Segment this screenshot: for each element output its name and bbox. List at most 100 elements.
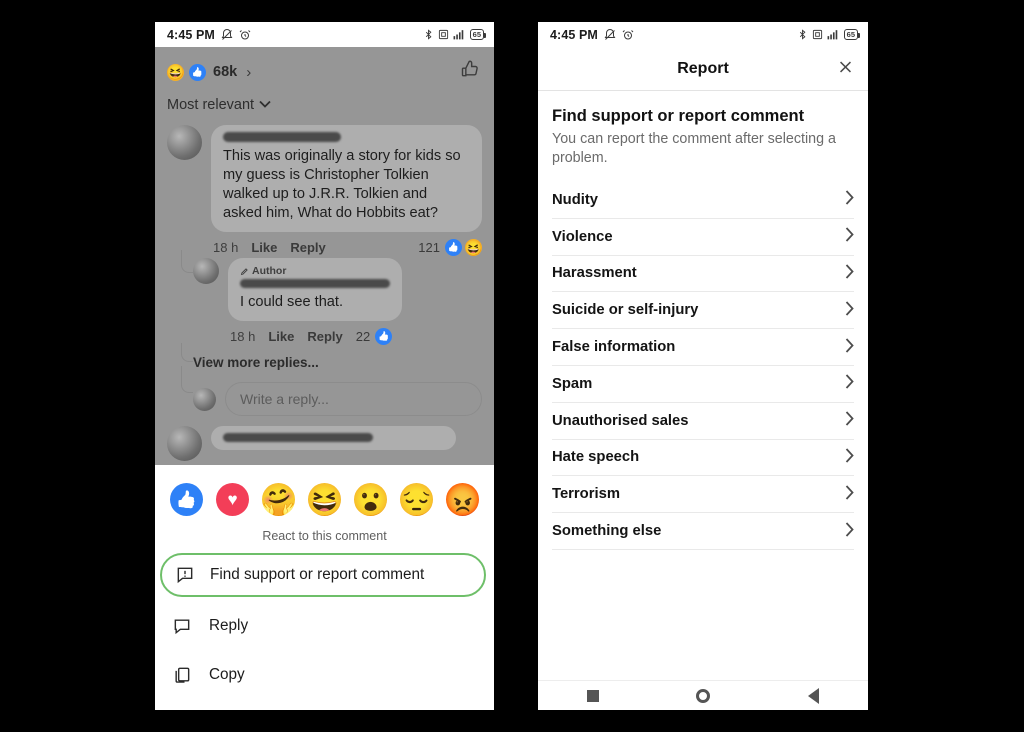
dimmed-feed-overlay: 68k › Most relevant (155, 47, 494, 465)
report-category-spam[interactable]: Spam (552, 366, 854, 403)
post-reactions-bar[interactable]: 68k › (155, 47, 494, 93)
like-reaction-button[interactable] (170, 483, 203, 516)
reply-input[interactable]: Write a reply... (225, 382, 482, 416)
comment-reaction-count: 121 (418, 240, 440, 255)
author-badge-label: Author (252, 265, 287, 277)
back-button[interactable] (808, 687, 820, 704)
battery-indicator: 65 (843, 29, 861, 40)
reply-reaction-count: 22 (355, 329, 371, 344)
report-category-suicide-or-self-injury[interactable]: Suicide or self-injury (552, 292, 854, 330)
comment-reaction-badges[interactable]: 121 (418, 239, 482, 256)
haha-reaction-icon (465, 239, 482, 256)
report-category-violence[interactable]: Violence (552, 219, 854, 256)
chevron-right-icon (845, 190, 854, 209)
like-button[interactable]: Like (251, 240, 277, 255)
reply-bubble: Author I could see that. (228, 258, 402, 321)
menu-item-label: Copy (209, 665, 245, 683)
avatar[interactable] (193, 258, 219, 284)
menu-item-hide-comment[interactable]: Hide comment (155, 699, 494, 710)
haha-reaction-icon (167, 63, 184, 81)
reply-reaction-badges[interactable]: 22 (355, 328, 393, 345)
chevron-right-icon (845, 448, 854, 467)
wow-reaction-button[interactable]: 😮 (354, 483, 387, 516)
category-label: Violence (552, 228, 613, 245)
page-title: Report (677, 59, 729, 77)
mute-icon (221, 28, 233, 41)
category-label: Terrorism (552, 486, 620, 503)
menu-item-reply[interactable]: Reply (155, 601, 494, 650)
bluetooth-icon (423, 29, 434, 40)
report-icon (174, 564, 196, 586)
chevron-right-icon (845, 411, 854, 430)
reply-composer-row: Write a reply... (155, 366, 494, 416)
sad-reaction-button[interactable]: 😔 (400, 483, 433, 516)
like-button[interactable]: Like (268, 329, 294, 344)
report-category-hate-speech[interactable]: Hate speech (552, 440, 854, 477)
menu-item-find-support-or-report[interactable]: Find support or report comment (160, 553, 486, 597)
comment-bubble: This was originally a story for kids so … (211, 125, 482, 232)
recents-button[interactable] (586, 689, 599, 702)
report-category-terrorism[interactable]: Terrorism (552, 476, 854, 514)
reply-button[interactable]: Reply (307, 329, 342, 344)
report-subheading: You can report the comment after selecti… (552, 131, 836, 166)
comment-text: This was originally a story for kids so … (223, 148, 461, 221)
chevron-right-icon (845, 337, 854, 357)
chevron-right-icon (845, 264, 854, 283)
chevron-right-icon (845, 485, 854, 504)
report-category-unauthorised-sales[interactable]: Unauthorised sales (552, 403, 854, 440)
love-reaction-button[interactable] (216, 483, 249, 516)
home-button[interactable] (696, 688, 711, 703)
close-icon[interactable] (837, 58, 854, 79)
author-badge: Author (240, 265, 390, 277)
status-bar-right: 4:45 PM 65 (538, 22, 868, 47)
comment-reply: Author I could see that. 18 h Like Reply… (155, 250, 494, 345)
category-label: Hate speech (552, 449, 640, 466)
alarm-icon (622, 29, 634, 41)
report-header: Report (538, 47, 868, 91)
avatar[interactable] (167, 125, 202, 160)
react-caption: React to this comment (262, 529, 387, 543)
chevron-right-icon (845, 227, 854, 246)
chevron-right-icon[interactable]: › (246, 64, 251, 81)
comment-time: 18 h (213, 240, 239, 255)
status-bar-left: 4:45 PM 65 (155, 22, 494, 47)
comment-meta: 18 h Like Reply 121 (211, 232, 482, 256)
report-category-false-information[interactable]: False information (552, 329, 854, 366)
category-label: Harassment (552, 265, 637, 282)
like-reaction-icon (445, 239, 462, 256)
category-label: Suicide or self-injury (552, 302, 699, 319)
thumbs-up-outline-icon[interactable] (460, 59, 480, 85)
category-label: Spam (552, 375, 593, 392)
angry-reaction-button[interactable]: 😡 (446, 483, 479, 516)
sort-selector[interactable]: Most relevant (155, 93, 494, 123)
bluetooth-icon (797, 29, 808, 40)
haha-reaction-button[interactable]: 😆 (308, 483, 341, 516)
reply-button[interactable]: Reply (290, 240, 325, 255)
reply-meta: 18 h Like Reply 22 (228, 321, 402, 345)
alarm-icon (239, 29, 251, 41)
report-category-nudity[interactable]: Nudity (552, 182, 854, 219)
comment-root: This was originally a story for kids so … (155, 123, 494, 256)
comment-bubble (211, 426, 456, 450)
redacted-name (240, 279, 390, 288)
comments-feed: 68k › Most relevant (155, 47, 494, 465)
battery-indicator: 65 (469, 29, 487, 40)
signal-icon (827, 29, 840, 40)
report-category-something-else[interactable]: Something else (552, 513, 854, 550)
avatar[interactable] (193, 387, 216, 411)
screenshot-stage: 4:45 PM 65 😆 👍 68k › Most relevant This … (0, 0, 1024, 732)
screenshot-icon (812, 29, 823, 40)
chevron-right-icon (845, 301, 854, 320)
sort-label: Most relevant (167, 97, 255, 113)
view-more-replies-link[interactable]: View more replies... (155, 343, 494, 370)
report-category-harassment[interactable]: Harassment (552, 256, 854, 293)
left-phone-panel: 4:45 PM 65 😆 👍 68k › Most relevant This … (155, 22, 494, 710)
menu-item-label: Reply (209, 616, 249, 634)
chevron-right-icon (845, 374, 854, 393)
care-reaction-button[interactable]: 🤗 (262, 483, 295, 516)
reply-time: 18 h (230, 329, 256, 344)
android-nav-bar (538, 680, 868, 710)
next-comment-partial (155, 416, 494, 461)
menu-item-copy[interactable]: Copy (155, 650, 494, 699)
avatar[interactable] (167, 426, 202, 461)
